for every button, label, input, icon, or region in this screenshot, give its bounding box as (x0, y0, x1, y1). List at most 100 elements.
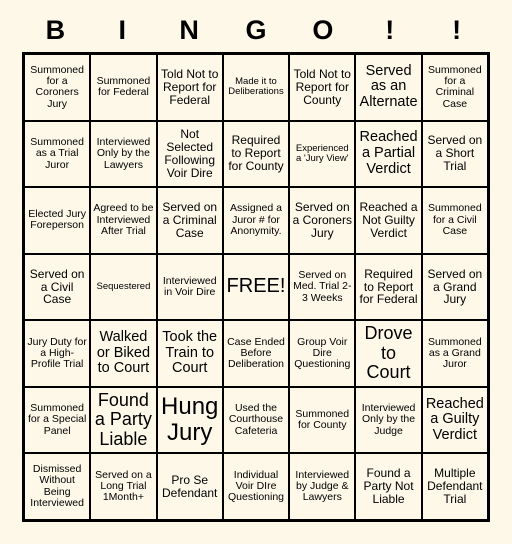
bingo-header-letter-3: N (179, 14, 199, 45)
bingo-cell[interactable]: Told Not to Report for County (290, 55, 355, 120)
bingo-cell-label: Reached a Guilty Verdict (425, 395, 484, 443)
bingo-free-space[interactable]: FREE! (223, 254, 289, 320)
bingo-cell-label: Summoned for a Coroners Jury (30, 63, 84, 110)
bingo-cell-label: Interviewed Only by the Judge (361, 402, 416, 437)
bingo-cell[interactable]: Summoned as a Trial Juror (25, 121, 90, 187)
bingo-cell[interactable]: Pro Se Defendant (157, 454, 222, 519)
bingo-cell[interactable]: Hung Jury (157, 387, 222, 453)
bingo-cell[interactable]: Took the Train to Court (157, 321, 222, 386)
bingo-cell-label: Served on a Civil Case (29, 266, 85, 307)
bingo-cell[interactable]: Served on a Grand Jury (422, 254, 487, 320)
bingo-cell-label: Required to Report for Federal (359, 266, 418, 307)
bingo-cell-label: Served on a Criminal Case (162, 199, 218, 240)
bingo-cell[interactable]: Group Voir Dire Questioning (290, 321, 355, 386)
bingo-cell[interactable]: Interviewed Only by the Lawyers (91, 121, 156, 187)
bingo-cell-label: Interviewed in Voir Dire (162, 274, 217, 298)
bingo-cell[interactable]: Individual Voir DIre Questioning (223, 454, 289, 519)
bingo-cell-label: Told Not to Report for Federal (161, 66, 219, 107)
bingo-cell[interactable]: Not Selected Following Voir Dire (157, 121, 222, 187)
bingo-cell[interactable]: Served as an Alternate (356, 55, 421, 120)
bingo-cell-label: Served on a Short Trial (427, 133, 483, 174)
bingo-cell-label: Reached a Partial Verdict (359, 129, 418, 177)
bingo-cell[interactable]: Told Not to Report for Federal (157, 55, 222, 120)
bingo-header-letter-1: B (45, 14, 66, 45)
bingo-cell[interactable]: Interviewed by Judge & Lawyers (290, 454, 355, 519)
bingo-cell[interactable]: Summoned for County (290, 387, 355, 453)
bingo-cell[interactable]: Interviewed Only by the Judge (356, 387, 421, 453)
bingo-cell-label: Served on a Long Trial 1Month+ (95, 468, 152, 504)
bingo-cell[interactable]: Served on a Long Trial 1Month+ (91, 454, 156, 519)
bingo-cell-label: Served as an Alternate (359, 62, 418, 111)
bingo-cell-label: Interviewed by Judge & Lawyers (295, 468, 350, 504)
bingo-cell-label: Served on a Coroners Jury (292, 199, 352, 240)
bingo-cell[interactable]: Found a Party Liable (91, 387, 156, 453)
bingo-cell[interactable]: Elected Jury Foreperson (25, 188, 90, 253)
bingo-cell[interactable]: Summoned for a Criminal Case (422, 55, 487, 120)
bingo-cell[interactable]: Reached a Not Guilty Verdict (356, 188, 421, 253)
bingo-cell-label: Case Ended Before Deliberation (227, 335, 285, 371)
bingo-cell[interactable]: Dismissed Without Being Interviewed (25, 454, 90, 519)
bingo-header-letter-6: ! (385, 14, 395, 45)
bingo-cell-label: Hung Jury (161, 393, 219, 447)
bingo-cell-label: Sequestered (96, 280, 151, 292)
bingo-cell-label: Found a Party Not Liable (363, 466, 414, 507)
bingo-cell-label: Made it to Deliberations (228, 76, 284, 98)
bingo-cell[interactable]: Multiple Defendant Trial (422, 454, 487, 519)
bingo-cell-label: Served on Med. Trial 2-3 Weeks (293, 269, 352, 304)
bingo-cell[interactable]: Jury Duty for a High-Profile Trial (25, 321, 90, 386)
bingo-grid: Summoned for a Coroners Jury Summoned for… (22, 52, 490, 522)
bingo-cell[interactable]: Served on a Criminal Case (157, 188, 222, 253)
bingo-cell[interactable]: Served on Med. Trial 2-3 Weeks (290, 254, 355, 320)
bingo-cell-label: Used the Courthouse Cafeteria (228, 402, 284, 437)
bingo-cell[interactable]: Sequestered (91, 254, 156, 320)
bingo-cell[interactable]: Used the Courthouse Cafeteria (223, 387, 289, 453)
bingo-cell-label: Experienced a 'Jury View' (295, 142, 349, 164)
bingo-cell-label: Individual Voir DIre Questioning (227, 468, 285, 504)
bingo-cell-label: Told Not to Report for County (293, 66, 351, 107)
bingo-cell[interactable]: Assigned a Juror # for Anonymity. (223, 188, 289, 253)
bingo-cell-label: Reached a Not Guilty Verdict (359, 199, 418, 240)
bingo-cell-label: Multiple Defendant Trial (427, 466, 483, 507)
bingo-cell-label: Summoned for a Special Panel (27, 402, 87, 437)
bingo-cell[interactable]: Interviewed in Voir Dire (157, 254, 222, 320)
bingo-cell[interactable]: Summoned for a Civil Case (422, 188, 487, 253)
bingo-cell-label: Agreed to be Interviewed After Trial (93, 202, 154, 238)
bingo-cell[interactable]: Summoned for a Coroners Jury (25, 55, 90, 120)
bingo-cell-label: Summoned for County (295, 407, 350, 432)
bingo-cell-label: Not Selected Following Voir Dire (164, 126, 216, 180)
bingo-cell[interactable]: Experienced a 'Jury View' (290, 121, 355, 187)
bingo-cell-label: Assigned a Juror # for Anonymity. (230, 202, 282, 238)
bingo-cell-label: Summoned as a Grand Juror (427, 335, 482, 371)
bingo-cell-label: Interviewed Only by the Lawyers (96, 135, 151, 171)
bingo-cell[interactable]: Served on a Coroners Jury (290, 188, 355, 253)
bingo-cell[interactable]: Reached a Partial Verdict (356, 121, 421, 187)
bingo-cell-label: Drove to Court (364, 323, 413, 383)
bingo-header-letter-2: I (118, 14, 127, 45)
bingo-cell[interactable]: Case Ended Before Deliberation (223, 321, 289, 386)
bingo-header-letter-4: G (245, 14, 267, 45)
bingo-cell[interactable]: Required to Report for Federal (356, 254, 421, 320)
bingo-cell[interactable]: Required to Report for County (223, 121, 289, 187)
bingo-cell-label: Group Voir Dire Questioning (294, 335, 351, 371)
bingo-cell[interactable]: Walked or Biked to Court (91, 321, 156, 386)
bingo-cell-label: Found a Party Liable (94, 389, 152, 449)
bingo-cell-label: Elected Jury Foreperson (28, 208, 87, 232)
bingo-header-letters: B I N G O!! (22, 8, 490, 52)
bingo-cell[interactable]: Summoned for Federal (91, 55, 156, 120)
bingo-cell[interactable]: Served on a Short Trial (422, 121, 487, 187)
bingo-cell-label: Summoned as a Trial Juror (30, 135, 84, 171)
bingo-cell[interactable]: Found a Party Not Liable (356, 454, 421, 519)
bingo-cell[interactable]: Served on a Civil Case (25, 254, 90, 320)
bingo-cell-label: Served on a Grand Jury (427, 266, 483, 307)
bingo-cell[interactable]: Drove to Court (356, 321, 421, 386)
bingo-cell-label: Pro Se Defendant (162, 472, 218, 500)
bingo-cell[interactable]: Summoned as a Grand Juror (422, 321, 487, 386)
bingo-card: B I N G O!! Summoned for a Coroners Jury Summ… (0, 0, 512, 544)
bingo-cell[interactable]: Summoned for a Special Panel (25, 387, 90, 453)
bingo-cell[interactable]: Agreed to be Interviewed After Trial (91, 188, 156, 253)
bingo-cell-label: Took the Train to Court (162, 329, 218, 377)
bingo-cell-label: Walked or Biked to Court (96, 329, 151, 377)
bingo-cell-label: Required to Report for County (228, 133, 284, 174)
bingo-cell[interactable]: Reached a Guilty Verdict (422, 387, 487, 453)
bingo-cell[interactable]: Made it to Deliberations (223, 55, 289, 120)
